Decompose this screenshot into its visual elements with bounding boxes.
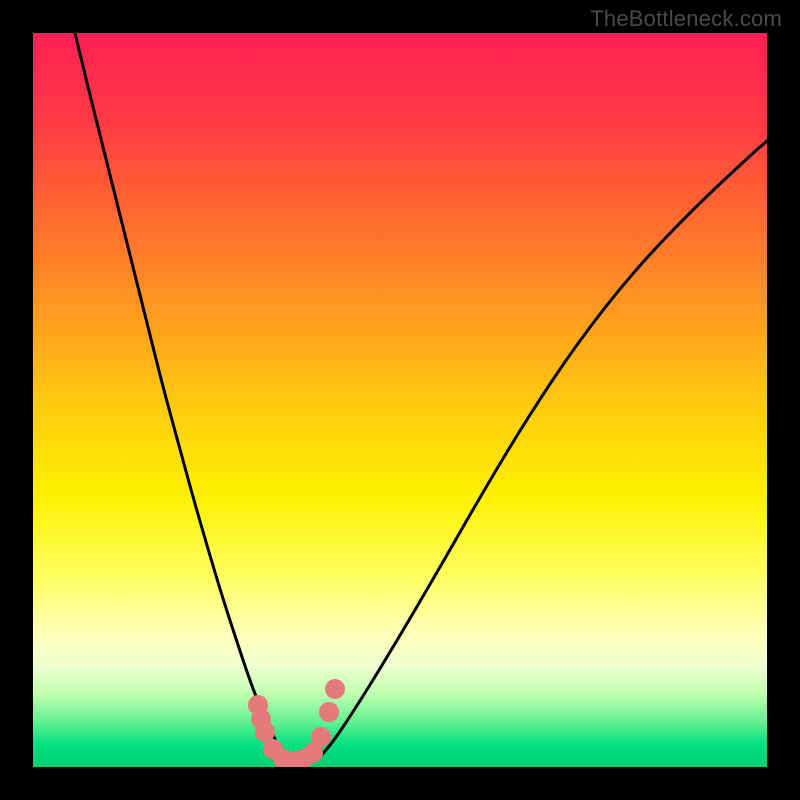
curve-layer: [33, 33, 767, 767]
marker-point: [311, 727, 331, 747]
curve-left-branch: [75, 33, 285, 759]
marker-point: [319, 702, 339, 722]
watermark-text: TheBottleneck.com: [590, 6, 782, 32]
marker-point: [325, 679, 345, 699]
chart-container: TheBottleneck.com: [0, 0, 800, 800]
plot-area: [33, 33, 767, 767]
marker-point: [255, 722, 275, 742]
curve-right-branch: [318, 141, 767, 759]
